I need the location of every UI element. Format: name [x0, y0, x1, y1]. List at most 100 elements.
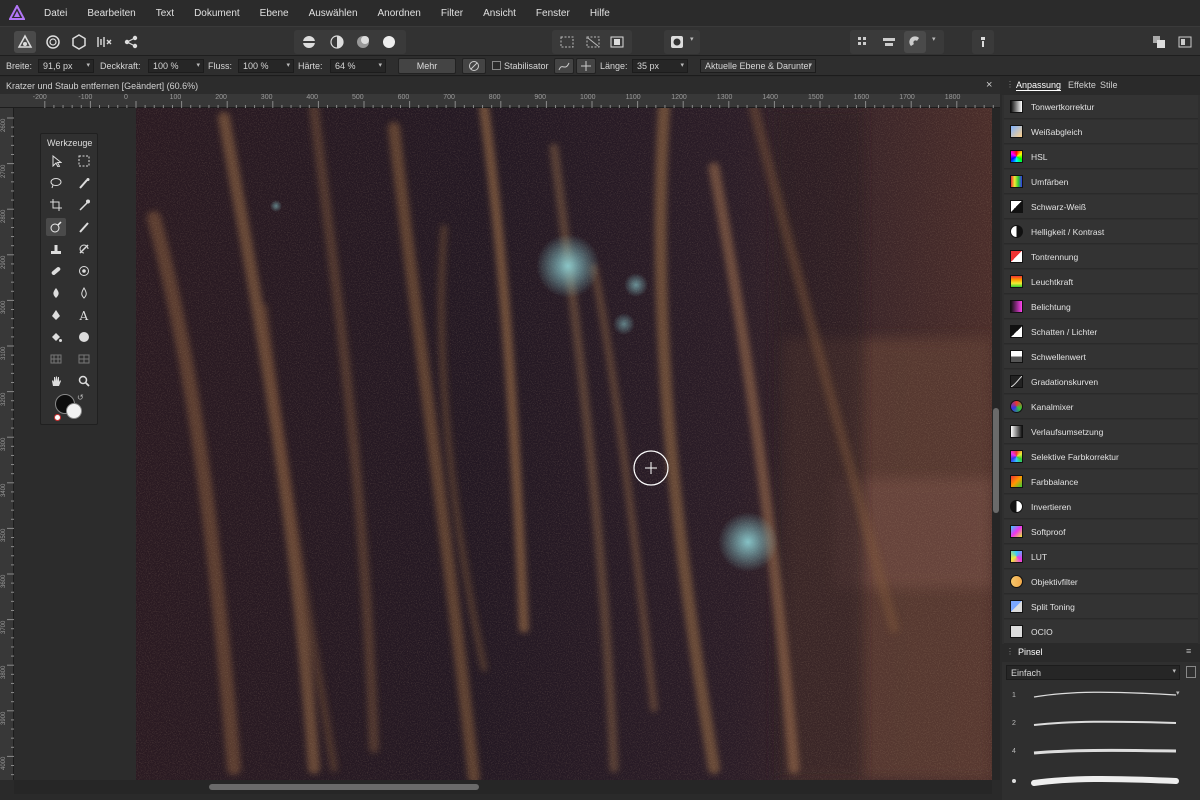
selection-invert-icon[interactable] — [582, 31, 604, 53]
adjustment-exposure[interactable]: Belichtung — [1004, 295, 1198, 319]
hardness-field[interactable]: 64 % ▾ — [330, 59, 386, 73]
adjustment-gradient-map[interactable]: Verlaufsumsetzung — [1004, 420, 1198, 444]
clone-stamp-tool-icon[interactable] — [46, 240, 66, 258]
red-eye-tool-icon[interactable] — [74, 262, 94, 280]
brush-preset-4[interactable]: 4 — [1006, 743, 1196, 771]
opacity-field[interactable]: 100 % ▾ — [148, 59, 204, 73]
menu-dokument[interactable]: Dokument — [184, 8, 250, 19]
brush-preset-2[interactable]: 2 — [1006, 715, 1196, 743]
selection-brush-tool-icon[interactable] — [74, 174, 94, 192]
photo-persona-icon[interactable] — [14, 31, 36, 53]
adjustment-levels[interactable]: Tonwertkorrektur — [1004, 95, 1198, 119]
adjustment-curves[interactable]: Gradationskurven — [1004, 370, 1198, 394]
stabilizer-rope-icon[interactable] — [554, 58, 574, 74]
arrange-icon[interactable] — [1148, 31, 1170, 53]
move-tool-icon[interactable] — [46, 152, 66, 170]
brush-category-select[interactable]: Einfach ▾ — [1006, 665, 1180, 680]
auto-contrast-icon[interactable] — [326, 31, 348, 53]
menu-auswaehlen[interactable]: Auswählen — [299, 8, 368, 19]
source-dropdown-icon[interactable]: ▾ — [808, 61, 812, 69]
brush-preset-large[interactable] — [1006, 771, 1196, 799]
length-dropdown-icon[interactable]: ▾ — [680, 61, 684, 69]
brush-category-dropdown-icon[interactable]: ▾ — [1172, 667, 1176, 675]
menu-filter[interactable]: Filter — [431, 8, 473, 19]
stabilizer-window-icon[interactable] — [576, 58, 596, 74]
paint-brush-tool-icon[interactable] — [74, 218, 94, 236]
mask-dropdown-icon[interactable]: ▾ — [690, 35, 694, 43]
adjustment-lut[interactable]: LUT — [1004, 545, 1198, 569]
lasso-tool-icon[interactable] — [46, 174, 66, 192]
document-tab[interactable]: Kratzer und Staub entfernen [Geändert] (… — [0, 77, 1000, 94]
adjustment-channel-mixer[interactable]: Kanalmixer — [1004, 395, 1198, 419]
menu-ebene[interactable]: Ebene — [250, 8, 299, 19]
flow-dropdown-icon[interactable]: ▾ — [286, 61, 290, 69]
brush-preset-1[interactable]: 1 ▾ — [1006, 687, 1196, 715]
secondary-color-swatch[interactable] — [66, 403, 82, 419]
no-fill-icon[interactable] — [54, 414, 61, 421]
menu-text[interactable]: Text — [146, 8, 184, 19]
adjustment-split-toning[interactable]: Split Toning — [1004, 595, 1198, 619]
rectangular-marquee-tool-icon[interactable] — [74, 152, 94, 170]
tab-effekte[interactable]: Effekte — [1068, 80, 1096, 90]
adjustment-threshold[interactable]: Schwellenwert — [1004, 345, 1198, 369]
shape-tool-icon[interactable] — [74, 328, 94, 346]
adjustment-lens-filter[interactable]: Objektivfilter — [1004, 570, 1198, 594]
menu-anordnen[interactable]: Anordnen — [368, 8, 431, 19]
selection-refine-icon[interactable] — [606, 31, 628, 53]
document-canvas[interactable] — [14, 108, 992, 780]
adjustment-hsl[interactable]: HSL — [1004, 145, 1198, 169]
develop-persona-icon[interactable] — [68, 31, 90, 53]
width-dropdown-icon[interactable]: ▾ — [86, 61, 90, 69]
adjustment-shadows-highlights[interactable]: Schatten / Lichter — [1004, 320, 1198, 344]
text-tool-icon[interactable]: A — [74, 306, 94, 324]
liquify-persona-icon[interactable] — [42, 31, 64, 53]
adjustment-soft-proof[interactable]: Softproof — [1004, 520, 1198, 544]
panel-grip-icon[interactable]: ⋮ — [1006, 80, 1014, 89]
zoom-tool-icon[interactable] — [74, 372, 94, 390]
menu-fenster[interactable]: Fenster — [526, 8, 580, 19]
undo-brush-tool-icon[interactable] — [74, 240, 94, 258]
tab-stile[interactable]: Stile — [1100, 80, 1118, 90]
align-icon[interactable] — [878, 31, 900, 53]
menu-bearbeiten[interactable]: Bearbeiten — [77, 8, 145, 19]
dodge-tool-icon[interactable] — [46, 284, 66, 302]
tab-pinsel[interactable]: Pinsel — [1018, 647, 1043, 657]
flow-field[interactable]: 100 % ▾ — [238, 59, 294, 73]
selection-marquee-icon[interactable] — [556, 31, 578, 53]
snapping-dropdown-icon[interactable]: ▾ — [932, 35, 936, 43]
pen-tool-icon[interactable] — [46, 306, 66, 324]
vertical-scrollbar[interactable] — [992, 108, 1000, 780]
brush-view-mode-icon[interactable] — [1186, 666, 1196, 678]
adjustment-posterize[interactable]: Tontrennung — [1004, 245, 1198, 269]
snapping-icon[interactable] — [904, 31, 926, 53]
auto-levels-icon[interactable] — [298, 31, 320, 53]
vertical-scroll-thumb[interactable] — [993, 408, 999, 513]
length-field[interactable]: 35 px ▾ — [632, 59, 688, 73]
grid-icon[interactable] — [852, 31, 874, 53]
menu-hilfe[interactable]: Hilfe — [580, 8, 620, 19]
quick-mask-icon[interactable] — [666, 31, 688, 53]
adjustment-vibrance[interactable]: Leuchtkraft — [1004, 270, 1198, 294]
adjustment-recolor[interactable]: Umfärben — [1004, 170, 1198, 194]
adjustment-brightness-contrast[interactable]: Helligkeit / Kontrast — [1004, 220, 1198, 244]
panel-grip-icon[interactable]: ⋮ — [1006, 647, 1014, 656]
source-select[interactable]: Aktuelle Ebene & Darunter ▾ — [700, 59, 816, 73]
hand-tool-icon[interactable] — [46, 372, 66, 390]
adjustment-color-balance[interactable]: Farbbalance — [1004, 470, 1198, 494]
more-button[interactable]: Mehr — [398, 58, 456, 74]
opacity-dropdown-icon[interactable]: ▾ — [196, 61, 200, 69]
context-info-icon[interactable] — [972, 31, 994, 53]
healing-brush-tool-icon[interactable] — [46, 262, 66, 280]
close-document-icon[interactable]: × — [986, 79, 992, 91]
brush-panel-menu-icon[interactable]: ≡ — [1186, 646, 1191, 656]
fill-tool-icon[interactable] — [46, 328, 66, 346]
horizontal-scrollbar[interactable] — [14, 780, 992, 794]
sponge-tool-icon[interactable] — [74, 284, 94, 302]
blemish-removal-tool-icon[interactable] — [46, 218, 66, 236]
separated-mode-icon[interactable] — [1174, 31, 1196, 53]
tone-mapping-persona-icon[interactable] — [94, 31, 116, 53]
menu-datei[interactable]: Datei — [34, 8, 77, 19]
brush-options-icon[interactable]: ▾ — [1176, 689, 1180, 697]
adjustment-invert[interactable]: Invertieren — [1004, 495, 1198, 519]
app-logo-icon[interactable] — [0, 0, 34, 26]
